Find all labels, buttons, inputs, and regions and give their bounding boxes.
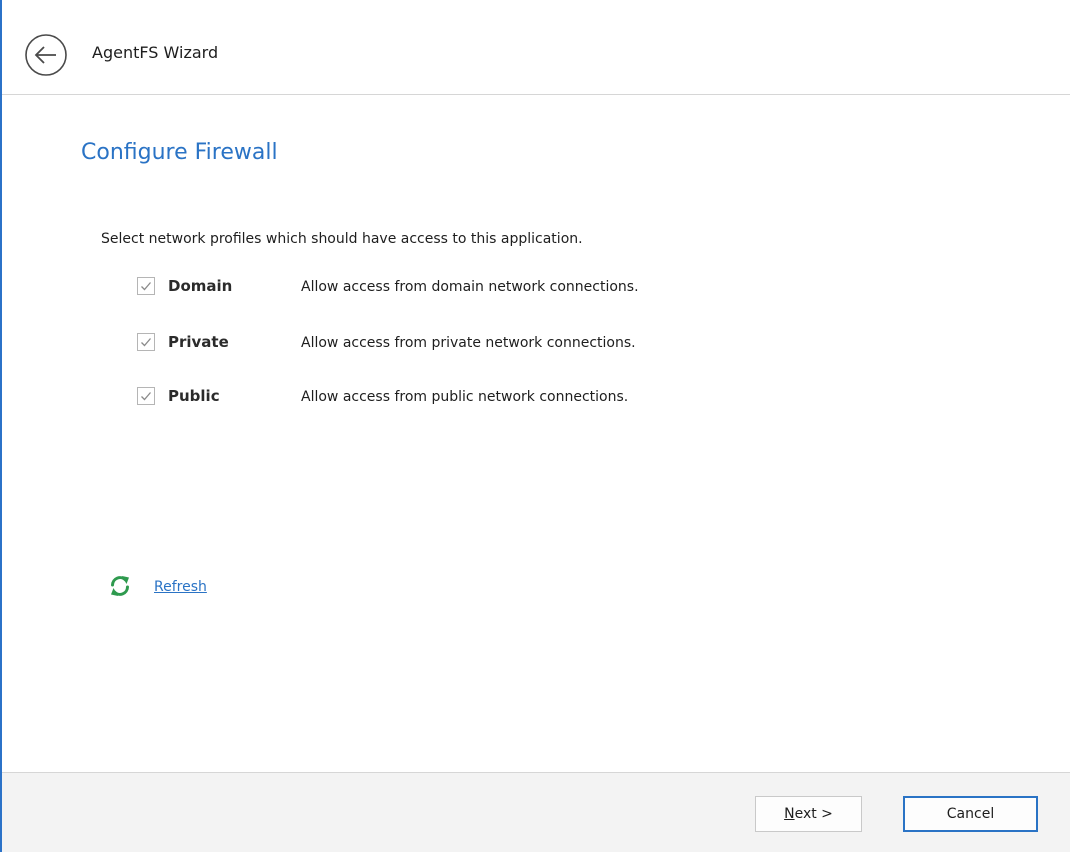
public-checkbox[interactable] bbox=[137, 387, 155, 405]
checkmark-icon bbox=[141, 338, 151, 347]
next-mnemonic: N bbox=[784, 806, 795, 822]
cancel-button[interactable]: Cancel bbox=[903, 796, 1038, 832]
domain-checkbox[interactable] bbox=[137, 277, 155, 295]
window-title: AgentFS Wizard bbox=[92, 43, 219, 62]
instructions-text: Select network profiles which should hav… bbox=[101, 231, 583, 247]
wizard-window: AgentFS Wizard Configure Firewall Select… bbox=[0, 0, 1070, 852]
checkmark-icon bbox=[141, 282, 151, 291]
back-arrow-icon bbox=[25, 34, 67, 76]
checkmark-icon bbox=[141, 392, 151, 401]
public-label: Public bbox=[168, 387, 220, 405]
next-button[interactable]: Next > bbox=[755, 796, 862, 832]
public-description: Allow access from public network connect… bbox=[301, 389, 629, 405]
back-button[interactable] bbox=[24, 33, 68, 77]
title-bar: AgentFS Wizard bbox=[2, 0, 1070, 95]
domain-label: Domain bbox=[168, 277, 233, 295]
private-checkbox[interactable] bbox=[137, 333, 155, 351]
profile-row-public: Public Allow access from public network … bbox=[137, 387, 837, 411]
footer-bar: Next > Cancel bbox=[2, 772, 1070, 852]
profile-row-domain: Domain Allow access from domain network … bbox=[137, 277, 837, 301]
next-label-rest: ext > bbox=[794, 806, 833, 822]
private-label: Private bbox=[168, 333, 229, 351]
profile-row-private: Private Allow access from private networ… bbox=[137, 333, 837, 357]
domain-description: Allow access from domain network connect… bbox=[301, 279, 639, 295]
page-title: Configure Firewall bbox=[81, 140, 278, 165]
refresh-link[interactable]: Refresh bbox=[154, 578, 207, 596]
refresh-icon[interactable] bbox=[108, 574, 132, 598]
private-description: Allow access from private network connec… bbox=[301, 335, 636, 351]
